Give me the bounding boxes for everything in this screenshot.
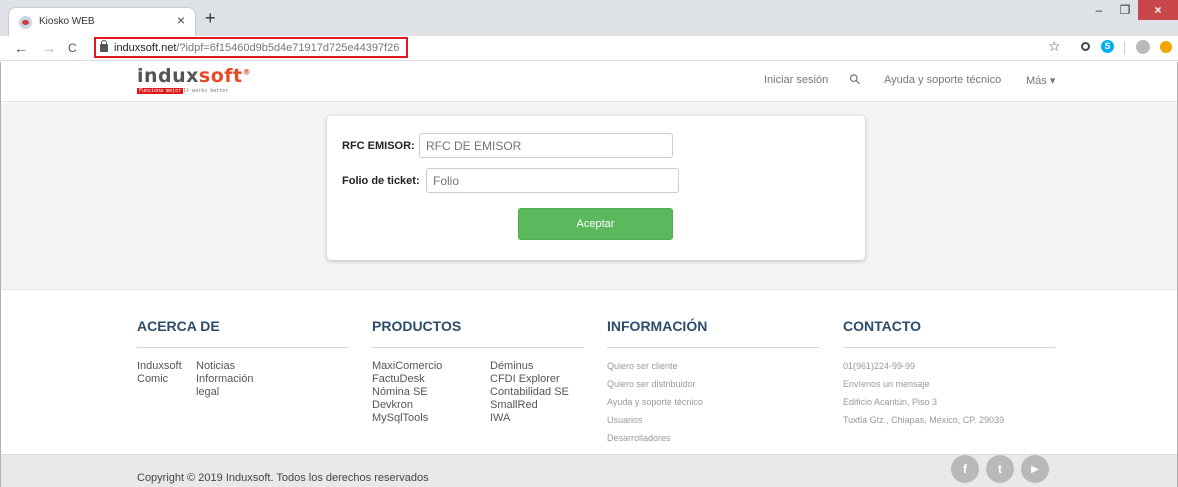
induxsoft-logo[interactable]: induxsoft® Funciona mejor It works better [137, 65, 251, 94]
footer-contact-section: CONTACTO 01(961)224-99-99 Envíenos un me… [843, 318, 1055, 429]
site-footer: ACERCA DE Induxsoft Comic Noticias Infor… [0, 291, 1178, 454]
skype-extension-icon[interactable]: S [1101, 40, 1114, 53]
close-window-icon[interactable]: × [1138, 0, 1178, 20]
ticket-form-card: RFC EMISOR: Folio de ticket: Aceptar [327, 116, 865, 260]
back-arrow-icon[interactable]: ← [14, 40, 28, 56]
footer-link-noticias[interactable]: Noticias [196, 360, 253, 373]
folio-ticket-label: Folio de ticket: [342, 175, 420, 187]
profile-avatar-icon[interactable] [1136, 40, 1150, 54]
youtube-icon[interactable]: ▶ [1021, 455, 1049, 483]
footer-link-info[interactable]: Usuarios [607, 411, 819, 429]
footer-link-product[interactable]: Contabilidad SE [490, 386, 569, 399]
facebook-icon[interactable]: f [951, 455, 979, 483]
footer-link-induxsoft[interactable]: Induxsoft [137, 360, 196, 373]
logo-registered: ® [242, 67, 252, 77]
footer-link-informacion[interactable]: Información [196, 373, 253, 386]
footer-link-product[interactable]: MaxiComercio [372, 360, 490, 373]
window-controls: – ❐ × [1086, 0, 1178, 22]
contact-phone: 01(961)224-99-99 [843, 361, 916, 371]
contact-address-line2: Tuxtla Gtz., Chiapas, México, CP. 29039 [843, 415, 1005, 425]
url-path: /?idpf=6f15460d9b5d4e71917d725e44397f26 [176, 42, 400, 54]
footer-link-info[interactable]: Quiero ser cliente [607, 357, 819, 375]
footer-link-info[interactable]: Quiero ser distribuidor [607, 375, 819, 393]
footer-link-product[interactable]: Déminus [490, 360, 569, 373]
new-tab-button[interactable]: + [205, 9, 216, 27]
folio-ticket-input[interactable] [426, 168, 679, 193]
tab-close-icon[interactable]: × [177, 13, 185, 27]
url-text: induxsoft.net/?idpf=6f15460d9b5d4e71917d… [114, 42, 399, 54]
logo-text-indux: indux [137, 65, 199, 87]
browser-toolbar: ← → C induxsoft.net/?idpf=6f15460d9b5d4e… [0, 36, 1178, 61]
help-support-link[interactable]: Ayuda y soporte técnico [884, 74, 1001, 86]
accept-button[interactable]: Aceptar [518, 208, 673, 240]
extension-circle-icon[interactable] [1081, 42, 1090, 51]
login-link[interactable]: Iniciar sesión [764, 74, 828, 86]
footer-link-product[interactable]: Nómina SE [372, 386, 490, 399]
footer-about-section: ACERCA DE Induxsoft Comic Noticias Infor… [137, 318, 349, 399]
footer-contact-title: CONTACTO [843, 318, 1055, 348]
footer-info-section: INFORMACIÓN Quiero ser cliente Quiero se… [607, 318, 819, 447]
tab-title: Kiosko WEB [39, 16, 95, 27]
footer-link-info[interactable]: Desarrolladores [607, 429, 819, 447]
footer-link-comic[interactable]: Comic [137, 373, 196, 386]
main-content: RFC EMISOR: Folio de ticket: Aceptar [0, 103, 1178, 290]
lock-icon [100, 40, 108, 52]
maximize-icon[interactable]: ❐ [1112, 0, 1138, 20]
footer-link-product[interactable]: CFDI Explorer [490, 373, 569, 386]
twitter-icon[interactable]: t [986, 455, 1014, 483]
copyright-text: Copyright © 2019 Induxsoft. Todos los de… [137, 472, 429, 484]
browser-tab-bar: Kiosko WEB × + – ❐ × [0, 0, 1178, 36]
contact-address-line1: Edificio Acantún, Piso 3 [843, 397, 938, 407]
toolbar-divider [1124, 42, 1125, 54]
footer-link-product[interactable]: MySqlTools [372, 412, 490, 425]
minimize-icon[interactable]: – [1086, 0, 1112, 20]
rfc-emisor-label: RFC EMISOR: [342, 140, 415, 152]
footer-about-title: ACERCA DE [137, 318, 349, 348]
address-bar[interactable]: induxsoft.net/?idpf=6f15460d9b5d4e71917d… [94, 37, 408, 58]
contact-message-link[interactable]: Envíenos un mensaje [843, 375, 1055, 393]
more-dropdown[interactable]: Más ▾ [1026, 74, 1055, 87]
footer-link-product[interactable]: FactuDesk [372, 373, 490, 386]
page-left-border [0, 62, 1, 487]
reload-icon[interactable]: C [68, 40, 77, 56]
browser-tab[interactable]: Kiosko WEB × [8, 7, 196, 36]
bookmark-star-icon[interactable]: ☆ [1048, 39, 1061, 53]
footer-products-section: PRODUCTOS MaxiComercio FactuDesk Nómina … [372, 318, 584, 425]
footer-link-product[interactable]: Devkron [372, 399, 490, 412]
footer-link-info[interactable]: Ayuda y soporte técnico [607, 393, 819, 411]
tagline-red: Funciona mejor [137, 88, 184, 94]
footer-link-legal[interactable]: legal [196, 386, 253, 399]
search-icon[interactable]: ⚲ [845, 70, 864, 89]
footer-info-title: INFORMACIÓN [607, 318, 819, 348]
site-favicon-icon [19, 16, 32, 29]
url-host: induxsoft.net [114, 42, 177, 54]
footer-products-title: PRODUCTOS [372, 318, 584, 348]
rfc-emisor-input[interactable] [419, 133, 673, 158]
tagline-grey: It works better [183, 88, 229, 94]
notification-extension-icon[interactable] [1160, 41, 1172, 53]
logo-text-soft: soft [198, 65, 243, 87]
footer-link-product[interactable]: SmallRed [490, 399, 569, 412]
site-header: induxsoft® Funciona mejor It works better… [0, 62, 1178, 102]
footer-link-product[interactable]: IWA [490, 412, 569, 425]
copyright-bar: Copyright © 2019 Induxsoft. Todos los de… [0, 454, 1178, 487]
forward-arrow-icon[interactable]: → [42, 40, 56, 56]
